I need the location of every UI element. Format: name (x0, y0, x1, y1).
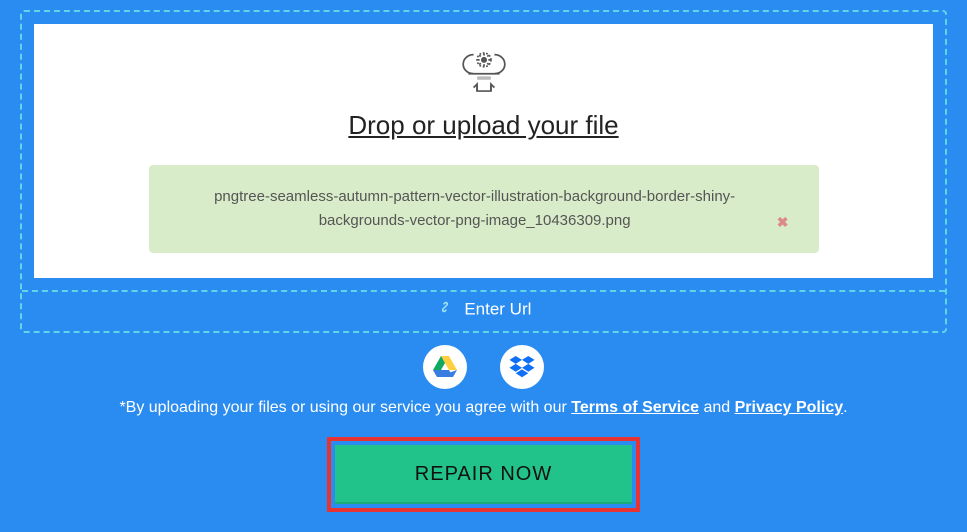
enter-url-link[interactable]: Enter Url (22, 292, 945, 331)
tos-link[interactable]: Terms of Service (571, 399, 699, 416)
google-drive-icon (433, 356, 457, 378)
enter-url-label: Enter Url (464, 300, 531, 319)
dropbox-button[interactable] (500, 345, 544, 389)
cta-highlight-box: REPAIR NOW (327, 437, 640, 512)
legal-prefix: *By uploading your files or using our se… (119, 399, 571, 416)
cloud-upload-icon (456, 46, 512, 98)
privacy-link[interactable]: Privacy Policy (735, 399, 844, 416)
uploaded-file-name: pngtree-seamless-autumn-pattern-vector-i… (179, 185, 771, 233)
repair-now-button[interactable]: REPAIR NOW (335, 445, 632, 504)
legal-mid: and (699, 399, 735, 416)
legal-suffix: . (843, 399, 847, 416)
dropzone-inner[interactable]: Drop or upload your file pngtree-seamles… (34, 24, 933, 278)
uploaded-file-chip: pngtree-seamless-autumn-pattern-vector-i… (149, 165, 819, 253)
link-icon (436, 298, 454, 321)
remove-file-icon[interactable]: ✖ (777, 211, 789, 233)
dropzone[interactable]: Drop or upload your file pngtree-seamles… (20, 10, 947, 333)
google-drive-button[interactable] (423, 345, 467, 389)
storage-providers-row (20, 345, 947, 389)
dropbox-icon (509, 356, 535, 378)
legal-text: *By uploading your files or using our se… (20, 399, 947, 417)
dropzone-title: Drop or upload your file (59, 110, 908, 141)
